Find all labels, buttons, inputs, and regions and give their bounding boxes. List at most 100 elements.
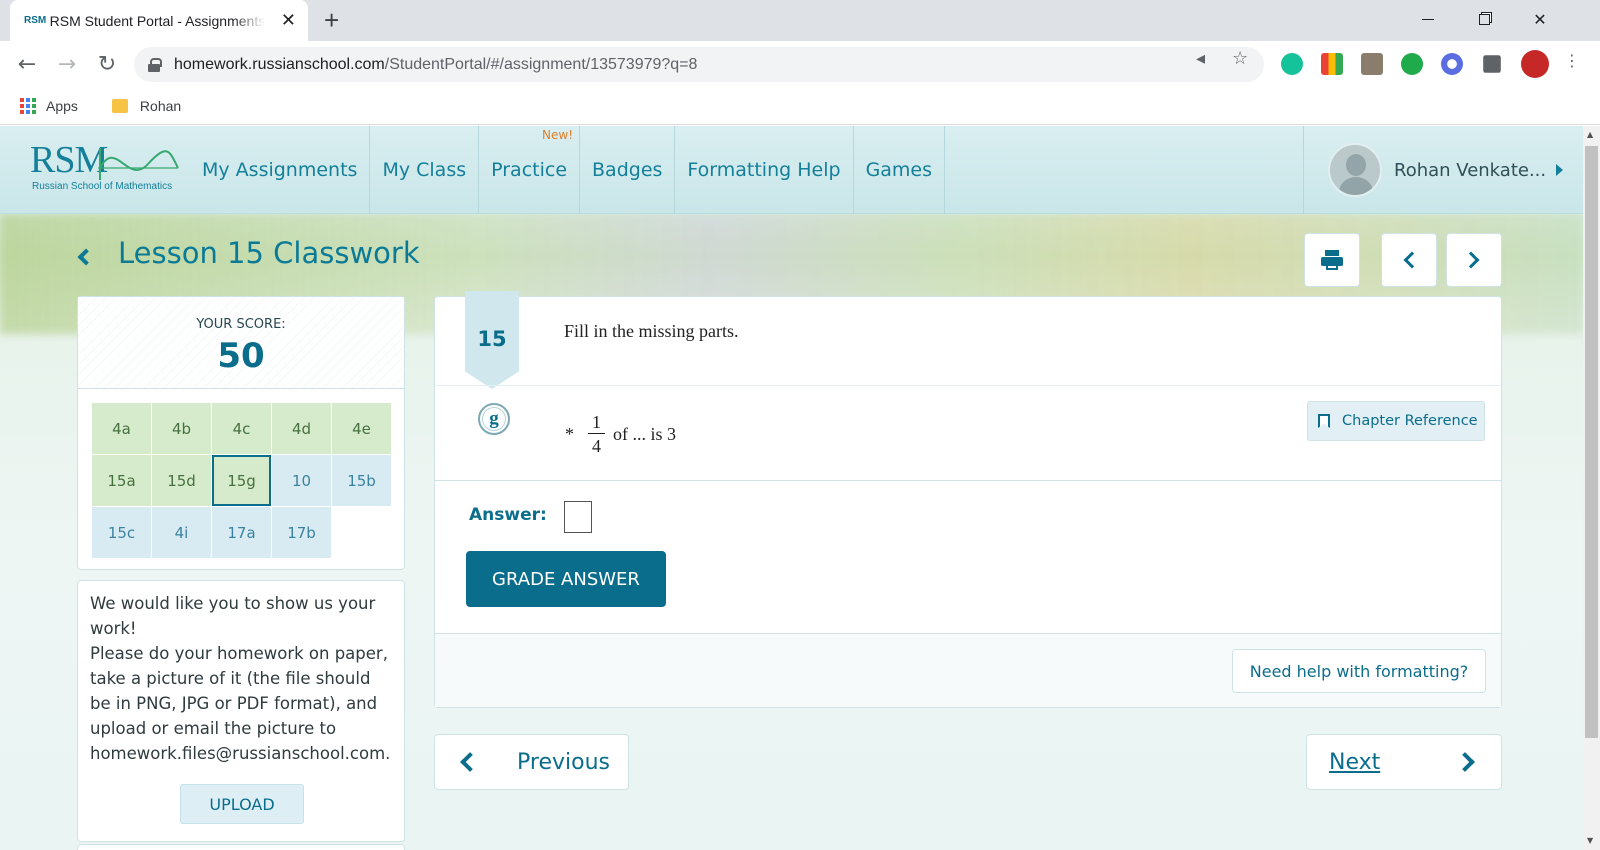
nav-games[interactable]: Games [854, 126, 946, 214]
new-tab-button[interactable]: + [324, 6, 339, 34]
scroll-up-icon[interactable]: ▲ [1587, 130, 1593, 139]
game-2048-extension-icon[interactable] [1361, 53, 1383, 75]
reload-icon[interactable]: ↻ [91, 48, 123, 80]
rsm-logo[interactable]: RSM Russian School of Mathematics [30, 138, 180, 198]
puzzle-icon[interactable] [1483, 55, 1501, 73]
back-arrow-icon[interactable]: ← [11, 48, 43, 80]
page-title: Lesson 15 Classwork [118, 236, 420, 270]
nav-badges[interactable]: Badges [580, 126, 676, 214]
question-cell-4c[interactable]: 4c [212, 403, 271, 454]
chevron-right-icon [1455, 752, 1476, 772]
question-cell-4d[interactable]: 4d [272, 403, 331, 454]
tab-close-icon[interactable]: ✕ [281, 10, 296, 31]
restore-icon[interactable] [1456, 0, 1512, 38]
avatar [1328, 143, 1382, 197]
scroll-down-icon[interactable]: ▼ [1587, 836, 1593, 845]
question-cell-15c[interactable]: 15c [92, 507, 151, 558]
show-work-card: We would like you to show us your work! P… [77, 580, 405, 842]
previous-button[interactable]: Previous [434, 734, 629, 790]
nav-practice[interactable]: Practice New! [479, 126, 581, 214]
fraction-numerator: 1 [588, 411, 605, 434]
folder-icon [111, 98, 128, 113]
question-cell-4a[interactable]: 4a [92, 403, 151, 454]
grade-answer-button[interactable]: GRADE ANSWER [466, 551, 666, 607]
bookmark-icon [1318, 414, 1330, 428]
fraction-denominator: 4 [592, 436, 601, 456]
profile-avatar[interactable] [1521, 50, 1549, 78]
question-cell-4b[interactable]: 4b [152, 403, 211, 454]
minimize-icon[interactable] [1400, 0, 1456, 38]
part-label: g [478, 403, 510, 435]
question-prompt: Fill in the missing parts. [564, 321, 739, 341]
question-cell-15d[interactable]: 15d [152, 455, 211, 506]
fraction: 1 4 [588, 411, 605, 458]
url-text: homework.russianschool.com/StudentPortal… [174, 55, 698, 73]
rsm-favicon-icon: RSM [24, 15, 47, 26]
question-cell-17a[interactable]: 17a [212, 507, 271, 558]
caret-right-icon [1556, 164, 1564, 176]
score-value: 50 [217, 336, 265, 376]
chat-extension-icon[interactable] [1401, 53, 1423, 75]
bookmark-apps[interactable]: Apps [46, 98, 78, 114]
user-menu[interactable]: Rohan Venkate... [1303, 126, 1583, 214]
formatting-help-button[interactable]: Need help with formatting? [1232, 649, 1486, 693]
scroll-thumb[interactable] [1585, 146, 1598, 738]
site-header: RSM Russian School of Mathematics My Ass… [0, 126, 1583, 214]
question-cell-15a[interactable]: 15a [92, 455, 151, 506]
question-number: 15 [465, 291, 519, 389]
kebab-menu-icon[interactable]: ⋮ [1564, 51, 1580, 70]
score-label: YOUR SCORE: [196, 317, 286, 332]
lock-icon [148, 57, 162, 72]
gear-extension-icon[interactable] [1441, 53, 1463, 75]
sine-wave-logo-icon [98, 148, 179, 180]
answer-input[interactable] [564, 501, 592, 533]
media-blocked-icon[interactable]: ◂ [1196, 48, 1205, 69]
print-button[interactable] [1304, 233, 1360, 287]
star-icon[interactable]: ☆ [1232, 48, 1248, 69]
tab-title: RSM Student Portal - Assignments [49, 12, 265, 29]
grammarly-extension-icon[interactable] [1281, 53, 1303, 75]
chevron-left-icon [460, 752, 480, 772]
question-cell-15g[interactable]: 15g [212, 455, 271, 506]
browser-tab-strip: RSM RSM Student Portal - Assignments ✕ +… [0, 0, 1600, 41]
next-button[interactable]: Next [1306, 734, 1502, 790]
page-scrollbar[interactable]: ▲ ▼ [1583, 126, 1600, 850]
score-card: YOUR SCORE: 50 4a 4b 4c 4d 4e 15a 15d 15g 10 15b 1… [77, 296, 405, 570]
show-work-text: We would like you to show us your work! P… [90, 594, 391, 763]
chapter-reference-button[interactable]: Chapter Reference [1307, 401, 1485, 441]
question-cell-15b[interactable]: 15b [332, 455, 391, 506]
star-marker: * [565, 424, 574, 444]
previous-label: Previous [517, 749, 610, 775]
divider [435, 385, 1501, 386]
question-footer: Need help with formatting? [435, 634, 1501, 707]
expression-text: of ... is 3 [613, 424, 676, 444]
printer-icon [1321, 250, 1343, 270]
question-panel: 15 Fill in the missing parts. g * 1 4 of… [434, 291, 1502, 708]
question-cell-17b[interactable]: 17b [272, 507, 331, 558]
nav-formatting-help[interactable]: Formatting Help [675, 126, 854, 214]
nav-my-assignments[interactable]: My Assignments [190, 126, 371, 214]
prev-question-button[interactable] [1381, 233, 1437, 287]
new-badge: New! [542, 128, 574, 142]
color-extension-icon[interactable] [1321, 53, 1343, 75]
next-card [77, 844, 405, 850]
question-cell-10[interactable]: 10 [272, 455, 331, 506]
question-cell-4i[interactable]: 4i [152, 507, 211, 558]
score-header: YOUR SCORE: 50 [78, 297, 404, 389]
forward-arrow-icon[interactable]: → [51, 48, 83, 80]
nav-my-class[interactable]: My Class [370, 126, 480, 214]
browser-tab[interactable]: RSM RSM Student Portal - Assignments ✕ [10, 0, 308, 41]
upload-button[interactable]: UPLOAD [180, 784, 304, 824]
page-content: RSM Russian School of Mathematics My Ass… [0, 126, 1583, 850]
chapter-reference-label: Chapter Reference [1342, 413, 1478, 429]
browser-toolbar: ← → ↻ homework.russianschool.com/Student… [0, 41, 1600, 87]
next-question-button[interactable] [1446, 233, 1502, 287]
address-bar[interactable]: homework.russianschool.com/StudentPortal… [134, 47, 1264, 82]
math-expression: * 1 4 of ... is 3 [565, 411, 676, 458]
answer-label: Answer: [469, 505, 547, 525]
bookmark-rohan[interactable]: Rohan [140, 98, 181, 114]
main-nav: My Assignments My Class Practice New! Bad… [190, 126, 946, 214]
question-grid: 4a 4b 4c 4d 4e 15a 15d 15g 10 15b 15c 4i 17a 17b [92, 403, 391, 558]
close-window-icon[interactable]: ✕ [1512, 0, 1568, 38]
question-cell-4e[interactable]: 4e [332, 403, 391, 454]
